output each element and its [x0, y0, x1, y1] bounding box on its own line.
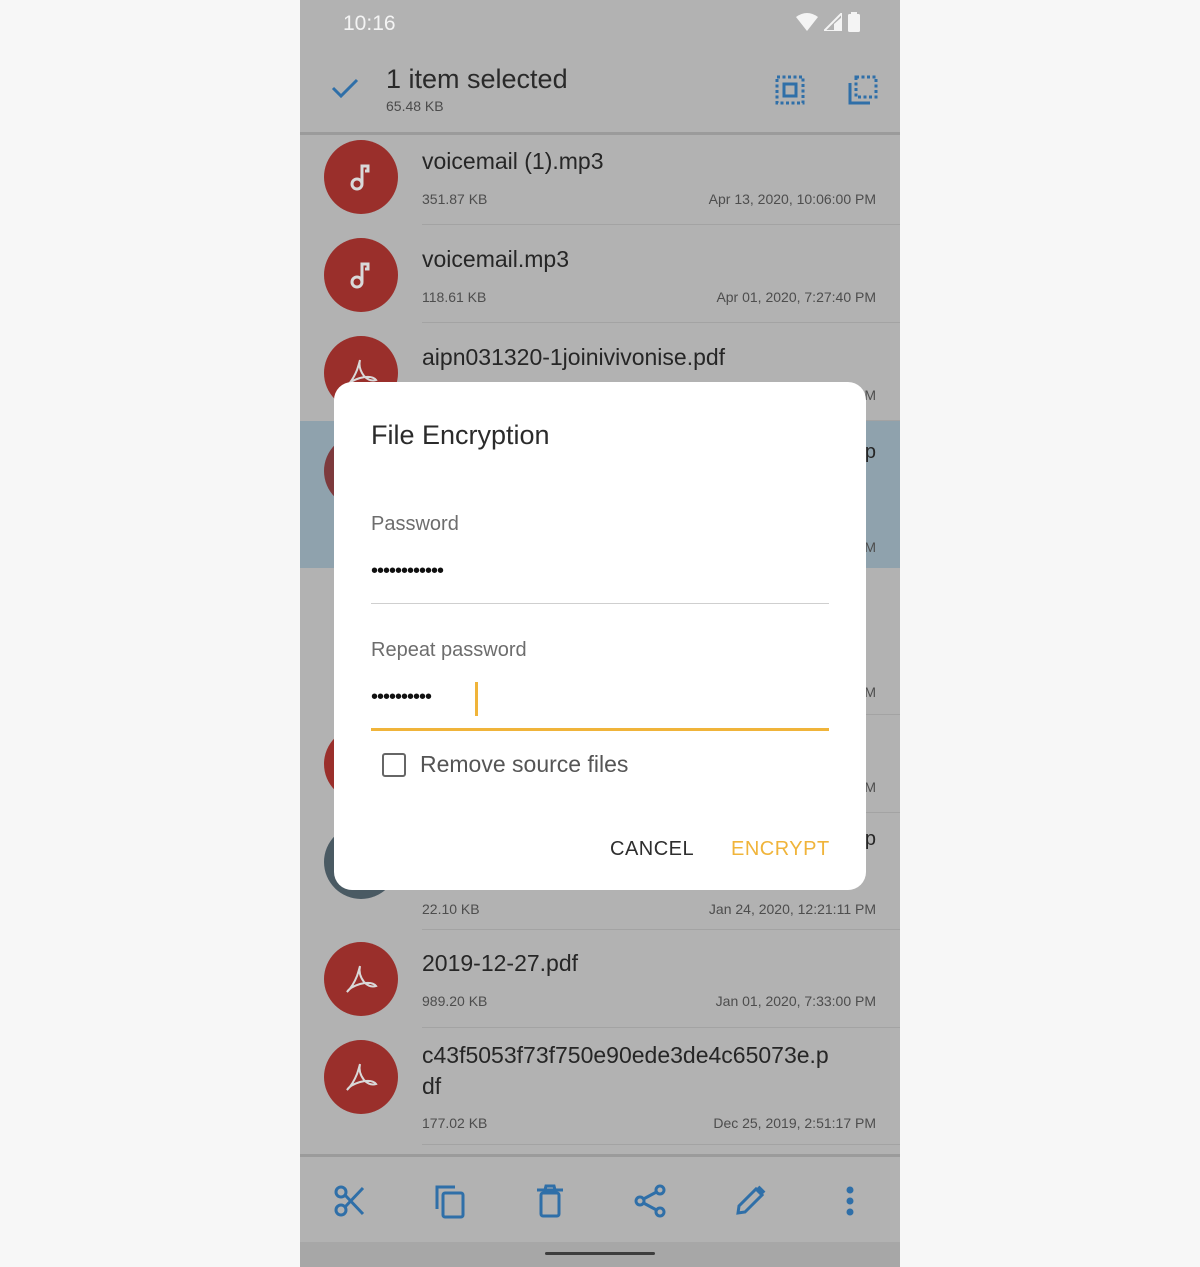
password-underline — [371, 603, 829, 604]
share-icon[interactable] — [632, 1183, 668, 1219]
file-size: 22.10 KB — [422, 901, 480, 917]
file-name-tail: p — [864, 441, 876, 463]
wifi-icon — [796, 13, 818, 31]
file-date: M — [864, 779, 876, 795]
file-name: 2019-12-27.pdf — [422, 950, 579, 976]
status-time: 10:16 — [343, 12, 396, 35]
check-icon[interactable] — [330, 76, 360, 105]
file-date: M — [864, 539, 876, 555]
pencil-icon[interactable] — [732, 1183, 768, 1219]
row-divider — [422, 1144, 900, 1145]
more-vertical-icon[interactable] — [832, 1183, 868, 1219]
bottom-action-bar — [300, 1154, 900, 1245]
home-gesture-handle[interactable] — [545, 1252, 655, 1255]
pdf-icon — [324, 1040, 398, 1114]
select-inverse-icon[interactable] — [847, 74, 879, 111]
status-icons — [796, 12, 860, 32]
file-date: Apr 01, 2020, 7:27:40 PM — [716, 289, 876, 305]
file-name: voicemail (1).mp3 — [422, 148, 604, 174]
encrypt-button[interactable]: ENCRYPT — [731, 838, 830, 861]
scissors-icon[interactable] — [332, 1183, 368, 1219]
file-name-tail: p — [864, 828, 876, 850]
file-size: 177.02 KB — [422, 1115, 488, 1131]
dialog-title: File Encryption — [371, 420, 550, 450]
selection-title: 1 item selected — [386, 64, 568, 94]
repeat-password-input[interactable]: •••••••••• — [371, 686, 432, 709]
system-nav-bar — [300, 1242, 900, 1267]
repeat-password-label: Repeat password — [371, 639, 527, 661]
file-row[interactable]: 2019-12-27.pdf 989.20 KB Jan 01, 2020, 7… — [300, 930, 900, 1028]
music-note-icon — [324, 140, 398, 214]
signal-icon — [824, 13, 842, 31]
cancel-button[interactable]: CANCEL — [610, 838, 694, 861]
password-label: Password — [371, 513, 459, 535]
remove-source-checkbox[interactable] — [382, 753, 406, 777]
file-size: 118.61 KB — [422, 289, 487, 305]
file-row[interactable]: voicemail.mp3 118.61 KB Apr 01, 2020, 7:… — [300, 225, 900, 323]
file-size: 989.20 KB — [422, 993, 488, 1009]
repeat-password-underline — [371, 728, 829, 731]
password-input[interactable]: •••••••••••• — [371, 560, 444, 583]
selection-app-bar: 1 item selected 65.48 KB — [300, 50, 900, 135]
music-note-icon — [324, 238, 398, 312]
file-name: c43f5053f73f750e90ede3de4c65073e.p df — [422, 1042, 829, 1099]
file-row[interactable]: c43f5053f73f750e90ede3de4c65073e.p df 17… — [300, 1028, 900, 1145]
selection-size: 65.48 KB — [386, 98, 444, 114]
file-date: M — [864, 387, 876, 403]
file-name: voicemail.mp3 — [422, 246, 569, 272]
remove-source-label[interactable]: Remove source files — [420, 751, 628, 778]
file-name: aipn031320-1joinivivonise.pdf — [422, 344, 726, 370]
file-row[interactable]: voicemail (1).mp3 351.87 KB Apr 13, 2020… — [300, 135, 900, 225]
pdf-icon — [324, 942, 398, 1016]
text-caret — [475, 682, 478, 716]
file-encryption-dialog: File Encryption Password •••••••••••• Re… — [334, 382, 866, 890]
trash-icon[interactable] — [532, 1183, 568, 1219]
file-date: M — [864, 684, 876, 700]
file-date: Jan 24, 2020, 12:21:11 PM — [708, 901, 876, 917]
file-size: 351.87 KB — [422, 191, 488, 207]
file-date: Apr 13, 2020, 10:06:00 PM — [708, 191, 876, 207]
copy-icon[interactable] — [432, 1183, 468, 1219]
file-date: Jan 01, 2020, 7:33:00 PM — [715, 993, 876, 1009]
select-all-icon[interactable] — [774, 74, 806, 111]
status-bar: 10:16 — [300, 0, 900, 50]
file-date: Dec 25, 2019, 2:51:17 PM — [713, 1115, 876, 1131]
battery-icon — [848, 12, 860, 32]
